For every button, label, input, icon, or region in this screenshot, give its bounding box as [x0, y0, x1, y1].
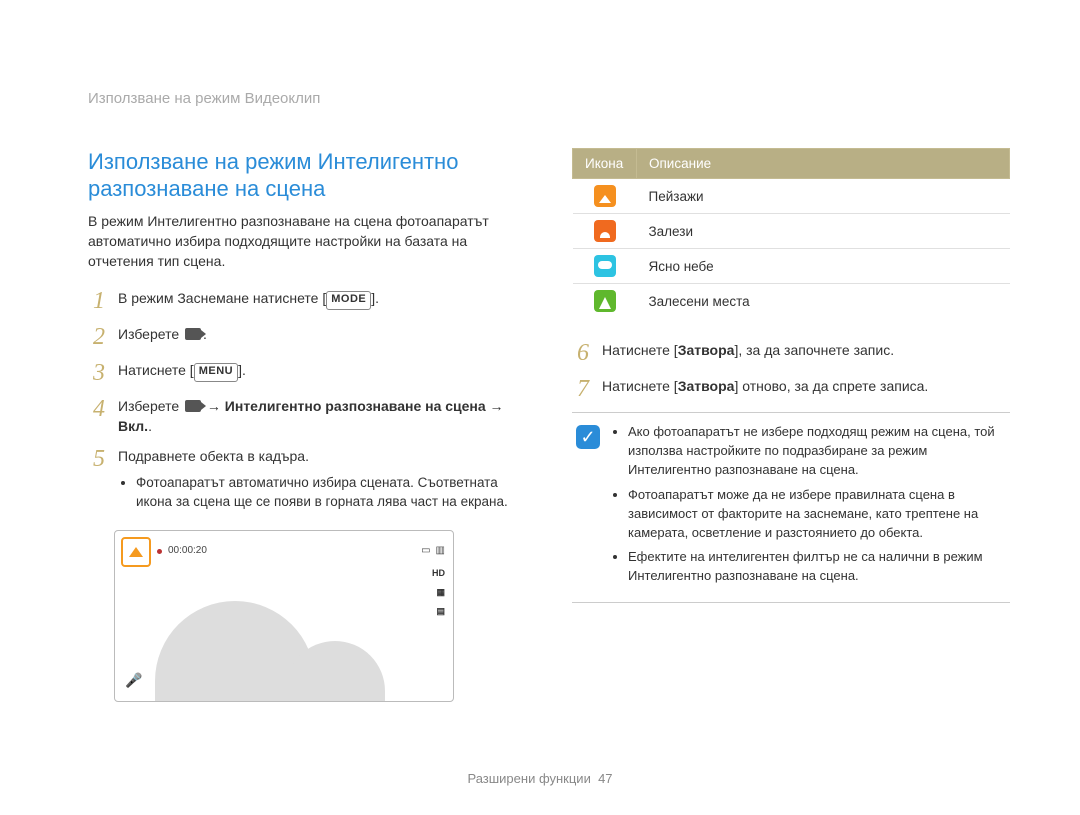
th-icon: Икона: [573, 148, 637, 179]
step-3: Натиснете [MENU].: [88, 360, 526, 386]
settings-icon: ▤: [432, 605, 445, 618]
hd-badge: HD: [432, 567, 445, 580]
section-title: Използване на режим Интелигентно разпозн…: [88, 148, 526, 203]
step-5: Подравнете обекта в кадъра. Фотоапаратът…: [88, 446, 526, 511]
step-text: Изберете: [118, 326, 183, 342]
scene-icon: [594, 185, 616, 207]
icon-cell: [573, 284, 637, 319]
note-box: ✓ Ако фотоапаратът не избере подходящ ре…: [572, 412, 1010, 603]
step-text: ].: [238, 362, 246, 378]
footer-section: Разширени функции: [467, 771, 590, 786]
scene-icon: [594, 220, 616, 242]
step-text: ] отново, за да спрете записа.: [734, 378, 928, 394]
video-icon: [185, 328, 201, 340]
rec-dot-icon: [157, 549, 162, 554]
table-row: Залези: [573, 214, 1010, 249]
step-text: Натиснете [: [602, 342, 678, 358]
scene-icon: [594, 255, 616, 277]
page-footer: Разширени функции 47: [0, 770, 1080, 789]
camera-lcd-preview: 00:00:20 ▭ ▥ HD ▦ ▤ 🎤: [114, 530, 454, 702]
step-4: Изберете → Интелигентно разпознаване на …: [88, 396, 526, 437]
shutter-label: Затвора: [678, 378, 735, 394]
icon-cell: [573, 249, 637, 284]
desc-cell: Залези: [637, 214, 1010, 249]
mic-icon: 🎤: [125, 670, 142, 690]
step-text: Подравнете обекта в кадъра.: [118, 448, 309, 464]
step-text: Натиснете [: [118, 362, 194, 378]
step-text: В режим Заснемане натиснете [: [118, 290, 326, 306]
page-header: Използване на режим Видеоклип: [88, 88, 1010, 110]
info-icon: ✓: [576, 425, 600, 449]
intro-text: В режим Интелигентно разпознаване на сце…: [88, 211, 526, 272]
menu-button-label: MENU: [194, 363, 238, 382]
step-bold: Интелигентно разпознаване на сцена: [225, 398, 486, 414]
step-text: .: [148, 418, 152, 434]
table-row: Залесени места: [573, 284, 1010, 319]
desc-cell: Пейзажи: [637, 179, 1010, 214]
step-5-sub: Фотоапаратът автоматично избира сцената.…: [136, 473, 526, 512]
card-icon: ▥: [436, 544, 445, 559]
step-text: →: [486, 398, 504, 414]
note-item: Фотоапаратът може да не избере правилнат…: [628, 486, 1006, 543]
lcd-time: 00:00:20: [168, 544, 207, 559]
desc-cell: Залесени места: [637, 284, 1010, 319]
step-text: Изберете: [118, 398, 183, 414]
icon-cell: [573, 179, 637, 214]
th-desc: Описание: [637, 148, 1010, 179]
storage-icon: ▦: [432, 586, 445, 599]
note-item: Ефектите на интелигентен филтър не са на…: [628, 548, 1006, 586]
icon-cell: [573, 214, 637, 249]
table-row: Ясно небе: [573, 249, 1010, 284]
desc-cell: Ясно небе: [637, 249, 1010, 284]
step-text: ].: [371, 290, 379, 306]
shutter-label: Затвора: [678, 342, 735, 358]
step-text: ], за да започнете запис.: [734, 342, 894, 358]
mode-button-label: MODE: [326, 291, 371, 310]
step-text: →: [203, 398, 225, 414]
scene-icon: [121, 537, 151, 567]
step-bold: Вкл.: [118, 418, 148, 434]
footer-page: 47: [598, 771, 612, 786]
step-6: Натиснете [Затвора], за да започнете зап…: [572, 340, 1010, 366]
step-2: Изберете .: [88, 324, 526, 350]
table-row: Пейзажи: [573, 179, 1010, 214]
scene-icon: [594, 290, 616, 312]
video-icon: [185, 400, 201, 412]
battery-icon: ▭: [421, 544, 430, 559]
step-1: В режим Заснемане натиснете [MODE].: [88, 288, 526, 314]
icon-table: Икона Описание ПейзажиЗалезиЯсно небеЗал…: [572, 148, 1010, 319]
note-item: Ако фотоапаратът не избере подходящ режи…: [628, 423, 1006, 480]
step-text: Натиснете [: [602, 378, 678, 394]
step-7: Натиснете [Затвора] отново, за да спрете…: [572, 376, 1010, 402]
